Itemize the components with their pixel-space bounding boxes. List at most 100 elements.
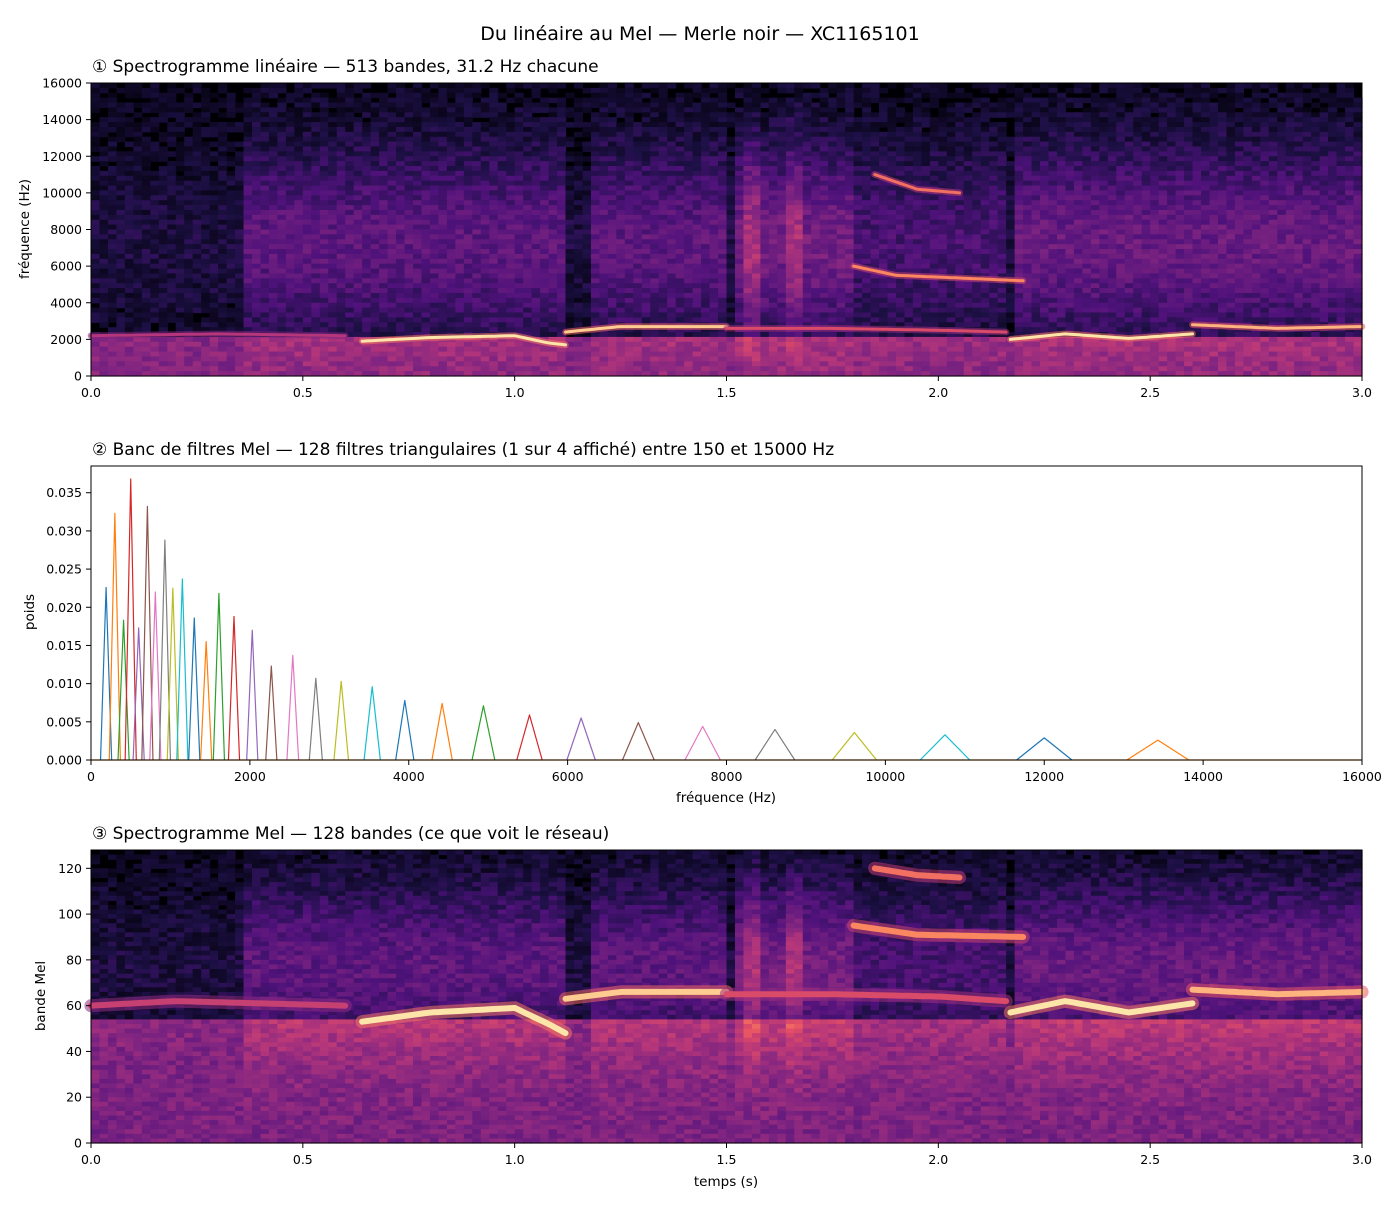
heatmap-cell [1184, 156, 1193, 161]
heatmap-cell [1065, 181, 1074, 186]
heatmap-cell [820, 142, 829, 147]
heatmap-cell [1125, 181, 1134, 186]
heatmap-cell [777, 112, 786, 117]
heatmap-cell [1074, 161, 1083, 166]
heatmap-cell [591, 225, 600, 230]
heatmap-cell [820, 230, 829, 235]
heatmap-cell [998, 220, 1007, 225]
heatmap-cell [955, 230, 964, 235]
heatmap-cell [591, 171, 600, 176]
heatmap-cell [871, 112, 880, 117]
heatmap-cell [718, 156, 727, 161]
heatmap-cell [464, 103, 473, 108]
heatmap-cell [337, 151, 346, 156]
heatmap-cell [760, 176, 769, 181]
heatmap-cell [464, 239, 473, 244]
heatmap-cell [591, 93, 600, 98]
heatmap-cell [981, 210, 990, 215]
heatmap-cell [820, 176, 829, 181]
heatmap-cell [1184, 249, 1193, 254]
heatmap-cell [930, 225, 939, 230]
heatmap-cell [786, 234, 795, 239]
heatmap-cell [1193, 200, 1202, 205]
heatmap-cell [1337, 230, 1346, 235]
heatmap-cell [760, 249, 769, 254]
heatmap-cell [1269, 220, 1278, 225]
heatmap-cell [947, 181, 956, 186]
heatmap-cell [710, 117, 719, 122]
heatmap-cell [472, 142, 481, 147]
heatmap-cell [837, 220, 846, 225]
heatmap-cell [887, 205, 896, 210]
heatmap-cell [379, 142, 388, 147]
heatmap-cell [142, 103, 151, 108]
heatmap-cell [1235, 98, 1244, 103]
heatmap-cell [540, 122, 549, 127]
heatmap-cell [277, 181, 286, 186]
heatmap-cell [1269, 122, 1278, 127]
heatmap-cell [947, 117, 956, 122]
heatmap-cell [260, 176, 269, 181]
heatmap-cell [506, 171, 515, 176]
heatmap-cell [989, 200, 998, 205]
heatmap-cell [413, 132, 422, 137]
heatmap-cell [455, 137, 464, 142]
heatmap-cell [1193, 156, 1202, 161]
heatmap-cell [1201, 98, 1210, 103]
heatmap-cell [532, 244, 541, 249]
heatmap-cell [879, 230, 888, 235]
heatmap-cell [837, 215, 846, 220]
heatmap-cell [523, 239, 532, 244]
heatmap-cell [328, 220, 337, 225]
heatmap-cell [235, 205, 244, 210]
heatmap-cell [650, 215, 659, 220]
heatmap-cell [1303, 146, 1312, 151]
heatmap-cell [1015, 137, 1024, 142]
heatmap-cell [464, 249, 473, 254]
heatmap-cell [455, 225, 464, 230]
heatmap-cell [921, 171, 930, 176]
heatmap-cell [693, 161, 702, 166]
heatmap-cell [566, 210, 575, 215]
heatmap-cell [921, 210, 930, 215]
heatmap-cell [1040, 171, 1049, 176]
heatmap-cell [1116, 210, 1125, 215]
heatmap-cell [294, 215, 303, 220]
heatmap-cell [210, 234, 219, 239]
heatmap-cell [1218, 146, 1227, 151]
heatmap-cell [1235, 166, 1244, 171]
heatmap-cell [1133, 156, 1142, 161]
heatmap-cell [345, 249, 354, 254]
heatmap-cell [150, 151, 159, 156]
heatmap-cell [574, 239, 583, 244]
heatmap-cell [676, 225, 685, 230]
heatmap-cell [972, 161, 981, 166]
heatmap-cell [921, 205, 930, 210]
heatmap-cell [743, 142, 752, 147]
heatmap-cell [998, 225, 1007, 230]
heatmap-cell [133, 200, 142, 205]
heatmap-cell [244, 132, 253, 137]
heatmap-cell [1108, 132, 1117, 137]
heatmap-cell [1015, 103, 1024, 108]
heatmap-cell [743, 225, 752, 230]
heatmap-cell [1226, 166, 1235, 171]
heatmap-cell [913, 166, 922, 171]
heatmap-cell [260, 117, 269, 122]
heatmap-cell [1065, 127, 1074, 132]
heatmap-cell [337, 244, 346, 249]
heatmap-cell [252, 215, 261, 220]
heatmap-cell [1303, 234, 1312, 239]
heatmap-cell [1091, 117, 1100, 122]
heatmap-cell [438, 127, 447, 132]
heatmap-cell [371, 137, 380, 142]
heatmap-cell [388, 181, 397, 186]
heatmap-cell [99, 83, 108, 88]
heatmap-cell [1108, 171, 1117, 176]
heatmap-cell [430, 186, 439, 191]
heatmap-cell [481, 161, 490, 166]
heatmap-cell [871, 215, 880, 220]
heatmap-cell [1091, 137, 1100, 142]
heatmap-cell [964, 205, 973, 210]
heatmap-cell [989, 176, 998, 181]
